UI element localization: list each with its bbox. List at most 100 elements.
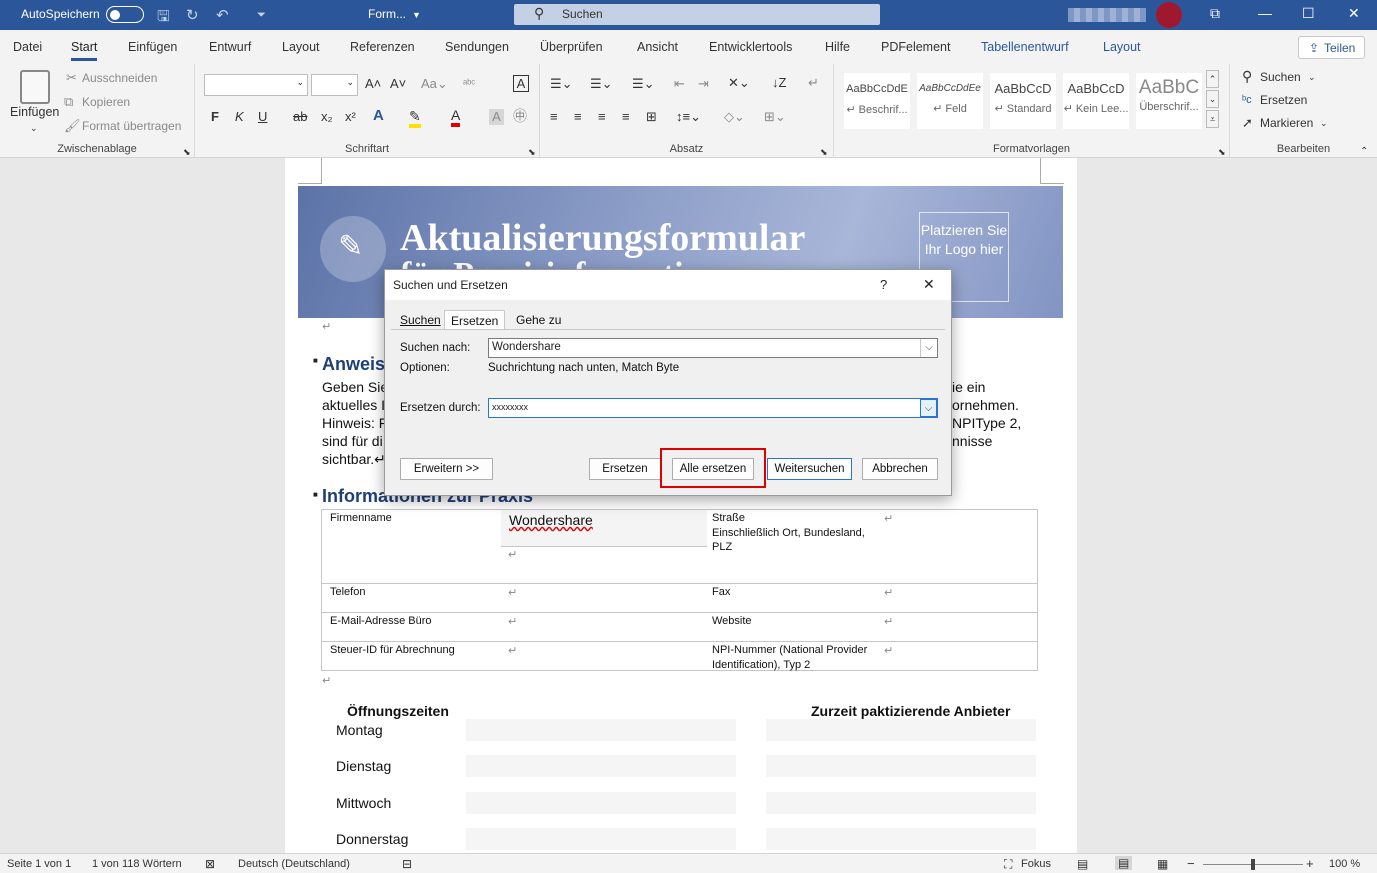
focus-button[interactable]: Fokus: [1021, 858, 1051, 870]
provider-input-3[interactable]: [766, 792, 1036, 814]
zoom-out-icon[interactable]: −: [1187, 856, 1195, 871]
find-icon[interactable]: ⚲: [1242, 68, 1252, 84]
tab-entwicklertools[interactable]: Entwicklertools: [709, 40, 792, 54]
tab-pdfelement[interactable]: PDFelement: [881, 40, 950, 54]
redo-icon[interactable]: ↻: [186, 6, 199, 24]
print-layout-icon[interactable]: ▤: [1115, 856, 1133, 870]
styles-scroll-up-icon[interactable]: ⌃: [1206, 70, 1219, 88]
style-standard[interactable]: AaBbCcD ↵ Standard: [990, 73, 1056, 129]
styles-scroll-down-icon[interactable]: ⌄: [1206, 90, 1219, 108]
share-button[interactable]: ⇪ Teilen: [1298, 36, 1365, 59]
borders-icon[interactable]: ⊞⌄: [764, 109, 786, 125]
justify-icon[interactable]: ≡: [622, 109, 630, 125]
tab-datei[interactable]: Datei: [13, 40, 42, 54]
find-button[interactable]: Suchen: [1260, 69, 1301, 85]
style-beschriftung[interactable]: AaBbCcDdE ↵ Beschrif...: [844, 73, 910, 129]
asian-layout-icon[interactable]: ✕⌄: [728, 75, 750, 91]
font-color-icon[interactable]: A: [451, 107, 461, 127]
replace-dropdown-icon[interactable]: ⌵: [920, 399, 937, 417]
save-icon[interactable]: 🖫: [157, 6, 170, 31]
style-ueberschrift[interactable]: AaBbC Überschrif...: [1136, 73, 1202, 129]
close-icon[interactable]: ✕: [1348, 5, 1360, 22]
help-icon[interactable]: ?: [880, 277, 887, 292]
zoom-in-icon[interactable]: +: [1306, 856, 1314, 871]
undo-icon[interactable]: ↶: [216, 6, 229, 24]
distribute-icon[interactable]: ⊞: [646, 109, 657, 125]
web-layout-icon[interactable]: ▦: [1157, 857, 1168, 871]
align-right-icon[interactable]: ≡: [598, 109, 606, 125]
enclose-char-icon[interactable]: ㊥: [513, 108, 527, 124]
autosave-toggle[interactable]: [106, 6, 144, 23]
proofing-icon[interactable]: ⊠: [205, 857, 215, 871]
accessibility-icon[interactable]: ⊟: [402, 857, 412, 871]
replace-input[interactable]: xxxxxxxx ⌵: [488, 398, 938, 418]
account-name[interactable]: [1068, 8, 1146, 22]
tab-hilfe[interactable]: Hilfe: [825, 40, 850, 54]
tab-ueberpruefen[interactable]: Überprüfen: [540, 40, 603, 54]
shading-icon[interactable]: ◇⌄: [724, 109, 745, 125]
tab-table-layout[interactable]: Layout: [1103, 40, 1141, 54]
tab-sendungen[interactable]: Sendungen: [445, 40, 509, 54]
tab-suchen[interactable]: Suchen: [394, 310, 447, 330]
style-feld[interactable]: AaBbCcDdEe ↵ Feld: [917, 73, 983, 129]
styles-more-icon[interactable]: ⩡: [1206, 110, 1219, 128]
format-painter-button[interactable]: Format übertragen: [82, 118, 181, 134]
chevron-down-icon[interactable]: ▼: [412, 10, 421, 20]
grow-font-icon[interactable]: A˄: [365, 76, 381, 92]
underline-icon[interactable]: U: [258, 109, 267, 125]
tab-start[interactable]: Start: [71, 40, 98, 61]
bullets-icon[interactable]: ☰⌄: [550, 76, 573, 92]
language[interactable]: Deutsch (Deutschland): [238, 858, 350, 870]
provider-input-4[interactable]: [766, 828, 1036, 850]
provider-input-1[interactable]: [766, 719, 1036, 741]
highlight-icon[interactable]: ✎: [409, 108, 421, 128]
customize-qat-icon[interactable]: ⏷: [257, 9, 266, 22]
style-kein-leerraum[interactable]: AaBbCcD ↵ Kein Lee...: [1063, 73, 1129, 129]
select-chevron-icon[interactable]: ⌄: [1320, 115, 1328, 131]
replace-button[interactable]: Ersetzen: [589, 458, 661, 480]
tab-gehe-zu[interactable]: Gehe zu: [510, 310, 567, 330]
text-effects-icon[interactable]: A: [373, 108, 384, 124]
align-center-icon[interactable]: ≡: [574, 109, 582, 125]
increase-indent-icon[interactable]: ⇥: [698, 76, 709, 92]
hours-input-thursday[interactable]: [466, 828, 736, 850]
numbering-icon[interactable]: ☰⌄: [590, 76, 613, 92]
subscript-icon[interactable]: x₂: [321, 109, 333, 125]
tab-layout[interactable]: Layout: [282, 40, 320, 54]
find-chevron-icon[interactable]: ⌄: [1308, 69, 1316, 85]
select-icon[interactable]: ➚: [1242, 115, 1253, 131]
italic-icon[interactable]: K: [235, 109, 244, 125]
superscript-icon[interactable]: x²: [345, 109, 356, 125]
find-next-button[interactable]: Weitersuchen: [767, 458, 852, 480]
paste-chevron-icon[interactable]: ⌄: [30, 120, 38, 136]
focus-icon[interactable]: ⛶: [1004, 857, 1012, 872]
replace-icon[interactable]: ᵇc: [1242, 92, 1252, 108]
hours-input-tuesday[interactable]: [466, 755, 736, 777]
minimize-icon[interactable]: —: [1258, 5, 1272, 21]
char-border-icon[interactable]: A: [513, 75, 529, 92]
page-count[interactable]: Seite 1 von 1: [7, 858, 71, 870]
select-button[interactable]: Markieren: [1260, 115, 1313, 131]
format-painter-icon[interactable]: 🖌: [64, 118, 81, 134]
change-case-icon[interactable]: Aa⌄: [421, 76, 448, 92]
copy-button[interactable]: Kopieren: [82, 94, 130, 110]
find-input[interactable]: Wondershare ⌵: [488, 338, 938, 358]
cancel-button[interactable]: Abbrechen: [862, 458, 938, 480]
dialog-titlebar[interactable]: Suchen und Ersetzen ? ✕: [385, 270, 951, 300]
tab-einfuegen[interactable]: Einfügen: [128, 40, 177, 54]
avatar[interactable]: [1156, 2, 1182, 28]
font-family-select[interactable]: ⌄: [204, 74, 308, 96]
read-mode-icon[interactable]: ▤: [1077, 857, 1088, 871]
word-count[interactable]: 1 von 118 Wörtern: [92, 858, 182, 870]
scissors-icon[interactable]: ✂: [66, 70, 77, 86]
cut-button[interactable]: Ausschneiden: [82, 70, 157, 86]
value-company[interactable]: Wondershare: [509, 512, 593, 528]
paste-icon[interactable]: [20, 70, 50, 104]
shrink-font-icon[interactable]: A˅: [390, 76, 406, 92]
bold-icon[interactable]: F: [211, 109, 219, 125]
sort-icon[interactable]: ↓Z: [772, 75, 786, 91]
tab-ansicht[interactable]: Ansicht: [637, 40, 678, 54]
char-shading-icon[interactable]: A: [489, 109, 504, 125]
find-dropdown-icon[interactable]: ⌵: [920, 339, 937, 357]
tab-referenzen[interactable]: Referenzen: [350, 40, 415, 54]
